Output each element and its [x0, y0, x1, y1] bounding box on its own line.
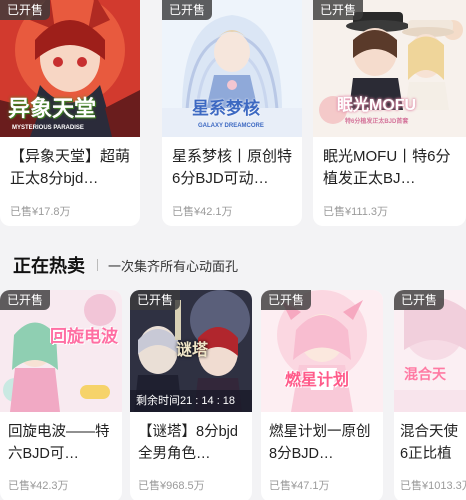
product-card-mita[interactable]: 谜塔 剩余时间21 : 14 : 18 已开售 【谜塔】8分bjd全男角色… 已…	[130, 290, 252, 500]
sold-amount: 已售¥42.3万	[8, 480, 69, 492]
product-cover: 异象天堂 MYSTERIOUS PARADISE 已开售	[0, 0, 140, 137]
status-badge: 已开售	[162, 0, 213, 20]
section-divider	[97, 259, 98, 271]
product-title[interactable]: 【谜塔】8分bjd全男角色…	[130, 421, 252, 465]
sold-amount: 已售¥17.8万	[10, 206, 71, 218]
product-cover: 星系梦核 GALAXY DREAMCORE 已开售	[162, 0, 302, 137]
cover-logo-text: 异象天堂	[8, 96, 97, 121]
cover-logo-text: 谜塔	[176, 342, 209, 359]
cover-logo-text: 混合天	[404, 366, 446, 382]
sold-amount: 已售¥47.1万	[269, 480, 330, 492]
cover-logo-subtext: GALAXY DREAMCORE	[198, 123, 264, 129]
product-card-yixiang[interactable]: 异象天堂 MYSTERIOUS PARADISE 已开售 【异象天堂】超萌正太8…	[0, 0, 140, 226]
product-cover: 眠光MOFU 特6分植发正太BJD首套 已开售	[313, 0, 466, 137]
product-cover: 谜塔 剩余时间21 : 14 : 18 已开售	[130, 290, 252, 412]
status-badge: 已开售	[0, 290, 51, 310]
sold-amount: 已售¥968.5万	[138, 480, 205, 492]
product-title[interactable]: 回旋电波——特六BJD可…	[0, 421, 122, 465]
sold-amount: 已售¥1013.3万	[400, 480, 466, 492]
product-card-ranxing[interactable]: 燃星计划 已开售 燃星计划一原创8分BJD… 已售¥47.1万	[261, 290, 383, 500]
product-title[interactable]: 星系梦核丨原创特6分BJD可动…	[162, 146, 302, 190]
product-title[interactable]: 混合天使6正比植发…	[394, 421, 466, 465]
product-card-hunhe[interactable]: 混合天 已开售 混合天使6正比植发… 已售¥1013.3万	[394, 290, 466, 500]
status-badge: 已开售	[130, 290, 181, 310]
status-badge: 已开售	[261, 290, 312, 310]
hot-row: 回旋电波 已开售 回旋电波——特六BJD可… 已售¥42.3万 谜塔 剩余时间2…	[0, 290, 466, 500]
product-card-xingxi[interactable]: 星系梦核 GALAXY DREAMCORE 已开售 星系梦核丨原创特6分BJD可…	[162, 0, 302, 226]
cover-logo-text: 燃星计划	[285, 372, 350, 389]
sold-amount: 已售¥111.3万	[323, 206, 389, 218]
product-title[interactable]: 【异象天堂】超萌正太8分bjd…	[0, 146, 140, 190]
product-card-mianguang[interactable]: 眠光MOFU 特6分植发正太BJD首套 已开售 眠光MOFU丨特6分植发正太BJ…	[313, 0, 466, 226]
section-title: 正在热卖	[13, 256, 85, 276]
cover-logo-text: 回旋电波	[50, 327, 118, 346]
product-cover: 燃星计划 已开售	[261, 290, 383, 412]
cover-logo-text: 星系梦核	[192, 99, 260, 118]
product-title[interactable]: 眠光MOFU丨特6分植发正太BJ…	[313, 146, 466, 190]
cover-logo-subtext: 特6分植发正太BJD首套	[345, 119, 409, 125]
sold-amount: 已售¥42.1万	[172, 206, 233, 218]
status-badge: 已开售	[313, 0, 364, 20]
section-header: 正在热卖 一次集齐所有心动面孔	[13, 253, 238, 277]
status-badge: 已开售	[0, 0, 51, 20]
countdown-timer: 剩余时间21 : 14 : 18	[130, 390, 252, 412]
product-title[interactable]: 燃星计划一原创8分BJD…	[261, 421, 383, 465]
status-badge: 已开售	[394, 290, 445, 310]
product-cover: 混合天 已开售	[394, 290, 466, 412]
section-subtitle: 一次集齐所有心动面孔	[108, 258, 239, 274]
cover-logo-subtext: MYSTERIOUS PARADISE	[12, 125, 84, 131]
product-card-huixuan[interactable]: 回旋电波 已开售 回旋电波——特六BJD可… 已售¥42.3万	[0, 290, 122, 500]
cover-logo-text: 眠光MOFU	[337, 97, 417, 114]
featured-row: 异象天堂 MYSTERIOUS PARADISE 已开售 【异象天堂】超萌正太8…	[0, 0, 466, 226]
product-cover: 回旋电波 已开售	[0, 290, 122, 412]
